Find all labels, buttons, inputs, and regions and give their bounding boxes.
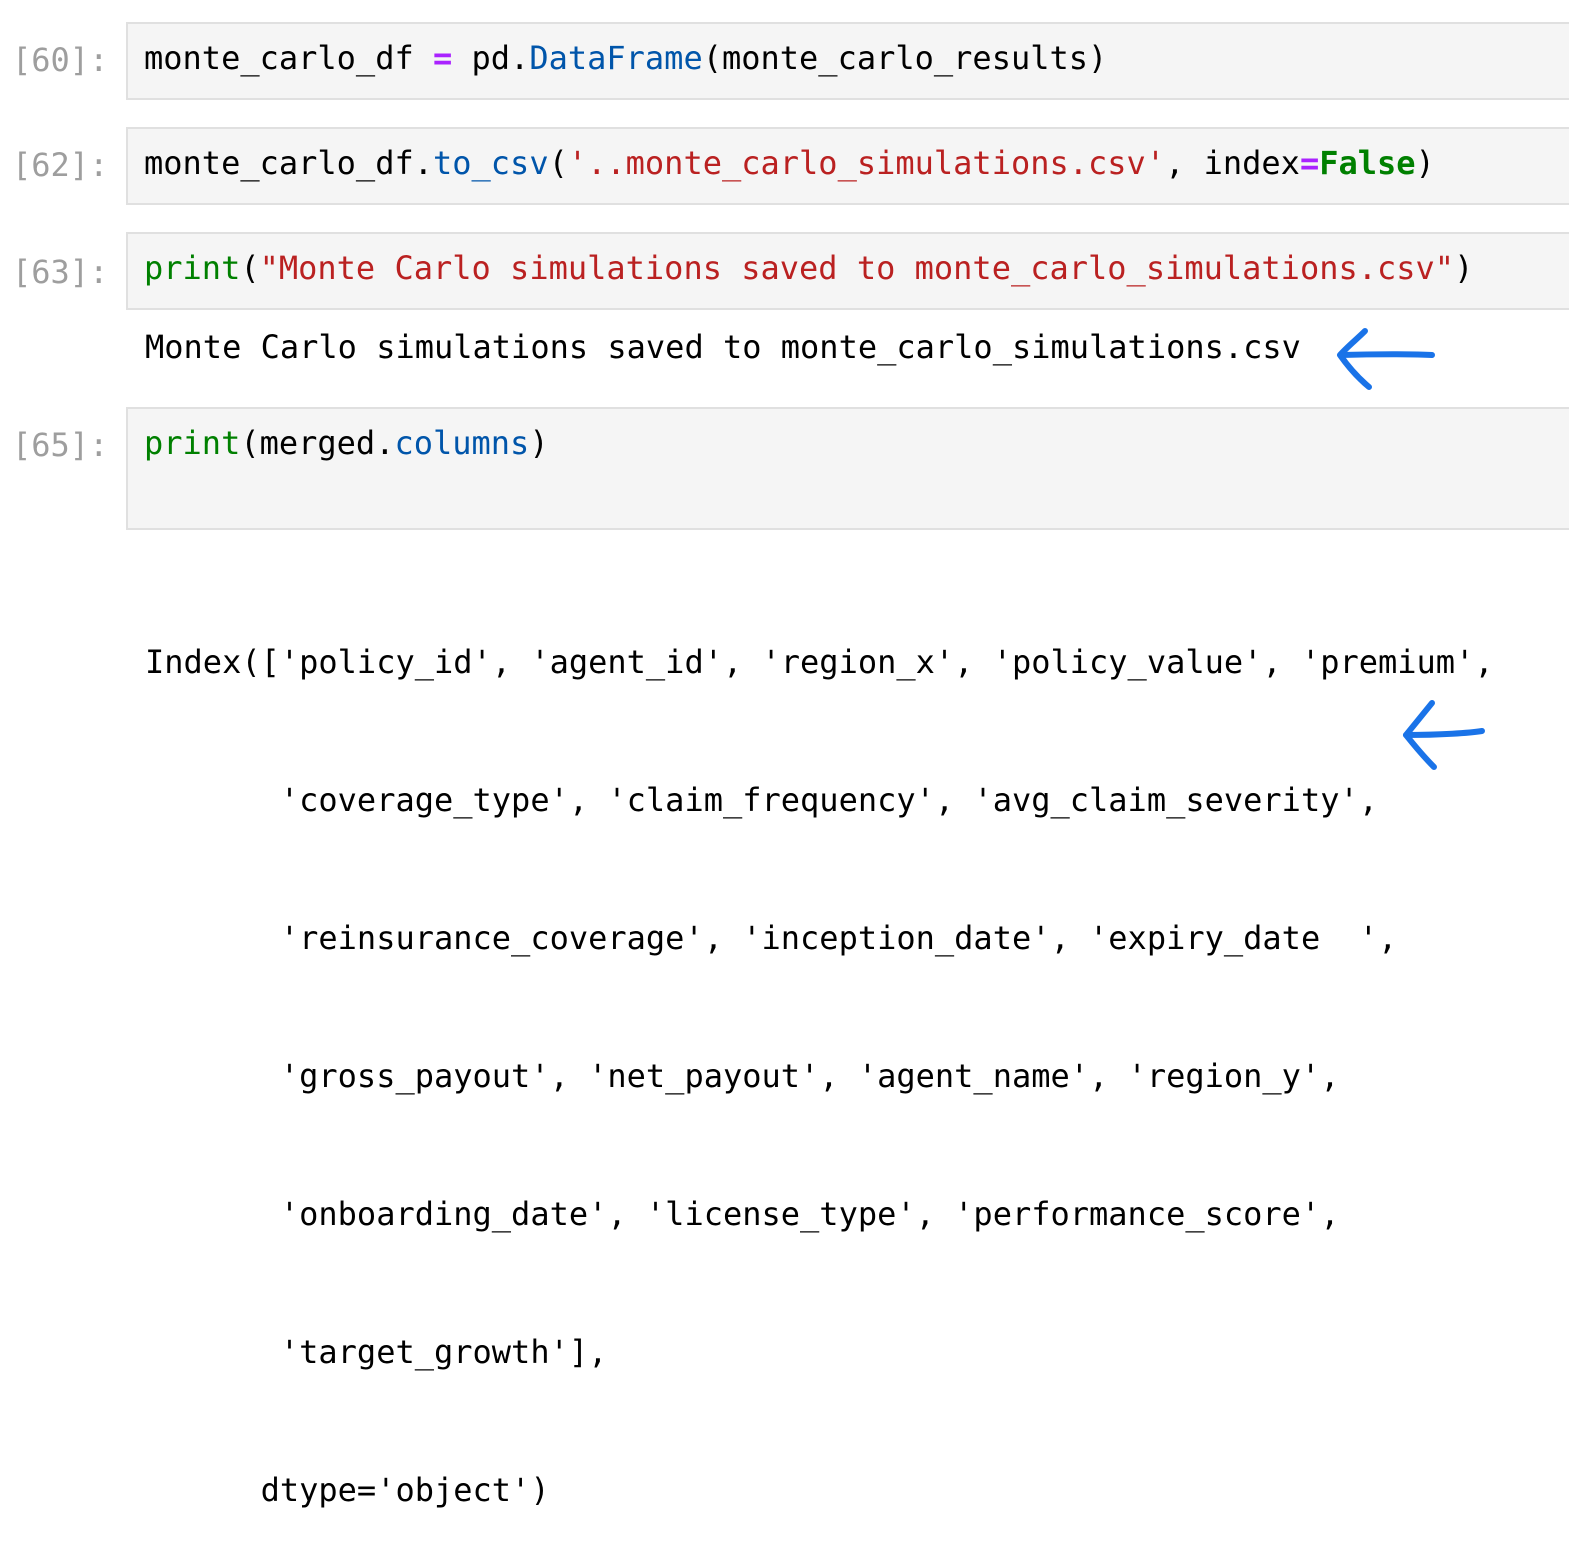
code-token: False [1319, 144, 1416, 182]
output-line: 'reinsurance_coverage', 'inception_date'… [145, 919, 1398, 957]
code-token: ) [529, 424, 549, 462]
code-token: pd. [452, 39, 530, 77]
arrow-left-icon [1337, 328, 1435, 390]
code-token: , index [1165, 144, 1300, 182]
code-token: to_csv [432, 144, 549, 182]
output-line: 'target_growth'], [145, 1333, 608, 1371]
output-line: 'gross_payout', 'net_payout', 'agent_nam… [145, 1057, 1340, 1095]
output-line: 'coverage_type', 'claim_frequency', 'avg… [145, 781, 1378, 819]
code-token: ( [240, 249, 260, 287]
code-token: "Monte Carlo simulations saved to monte_… [259, 249, 1455, 287]
cell-prompt-60: [60]: [12, 41, 109, 79]
cell-prompt-65: [65]: [12, 426, 109, 464]
code-token: DataFrame [529, 39, 703, 77]
cell-output-63: Monte Carlo simulations saved to monte_c… [145, 328, 1301, 366]
code-token: '..monte_carlo_simulations.csv' [567, 144, 1166, 182]
code-token: ( [548, 144, 568, 182]
code-token: print [144, 249, 241, 287]
code-token: ) [1415, 144, 1435, 182]
code-line-65[interactable]: print(merged.columns) [144, 423, 549, 463]
cell-prompt-63: [63]: [12, 253, 109, 291]
output-line: Index(['policy_id', 'agent_id', 'region_… [145, 643, 1494, 681]
arrow-left-icon [1403, 700, 1485, 770]
code-token: = [432, 39, 453, 77]
code-line-62[interactable]: monte_carlo_df.to_csv('..monte_carlo_sim… [144, 143, 1435, 183]
code-token: columns [394, 424, 530, 462]
cell-output-65: Index(['policy_id', 'agent_id', 'region_… [145, 547, 1494, 1559]
code-token: print [144, 424, 241, 462]
code-token: = [1299, 144, 1320, 182]
output-line: dtype='object') [145, 1471, 550, 1509]
code-token: monte_carlo_df [144, 39, 433, 77]
code-line-63[interactable]: print("Monte Carlo simulations saved to … [144, 248, 1473, 288]
code-token: monte_carlo_df. [144, 144, 433, 182]
cell-prompt-62: [62]: [12, 146, 109, 184]
code-token: ) [1454, 249, 1474, 287]
code-token: (merged. [240, 424, 395, 462]
code-token: (monte_carlo_results) [702, 39, 1108, 77]
output-line: 'onboarding_date', 'license_type', 'perf… [145, 1195, 1340, 1233]
code-line-60[interactable]: monte_carlo_df = pd.DataFrame(monte_carl… [144, 38, 1107, 78]
